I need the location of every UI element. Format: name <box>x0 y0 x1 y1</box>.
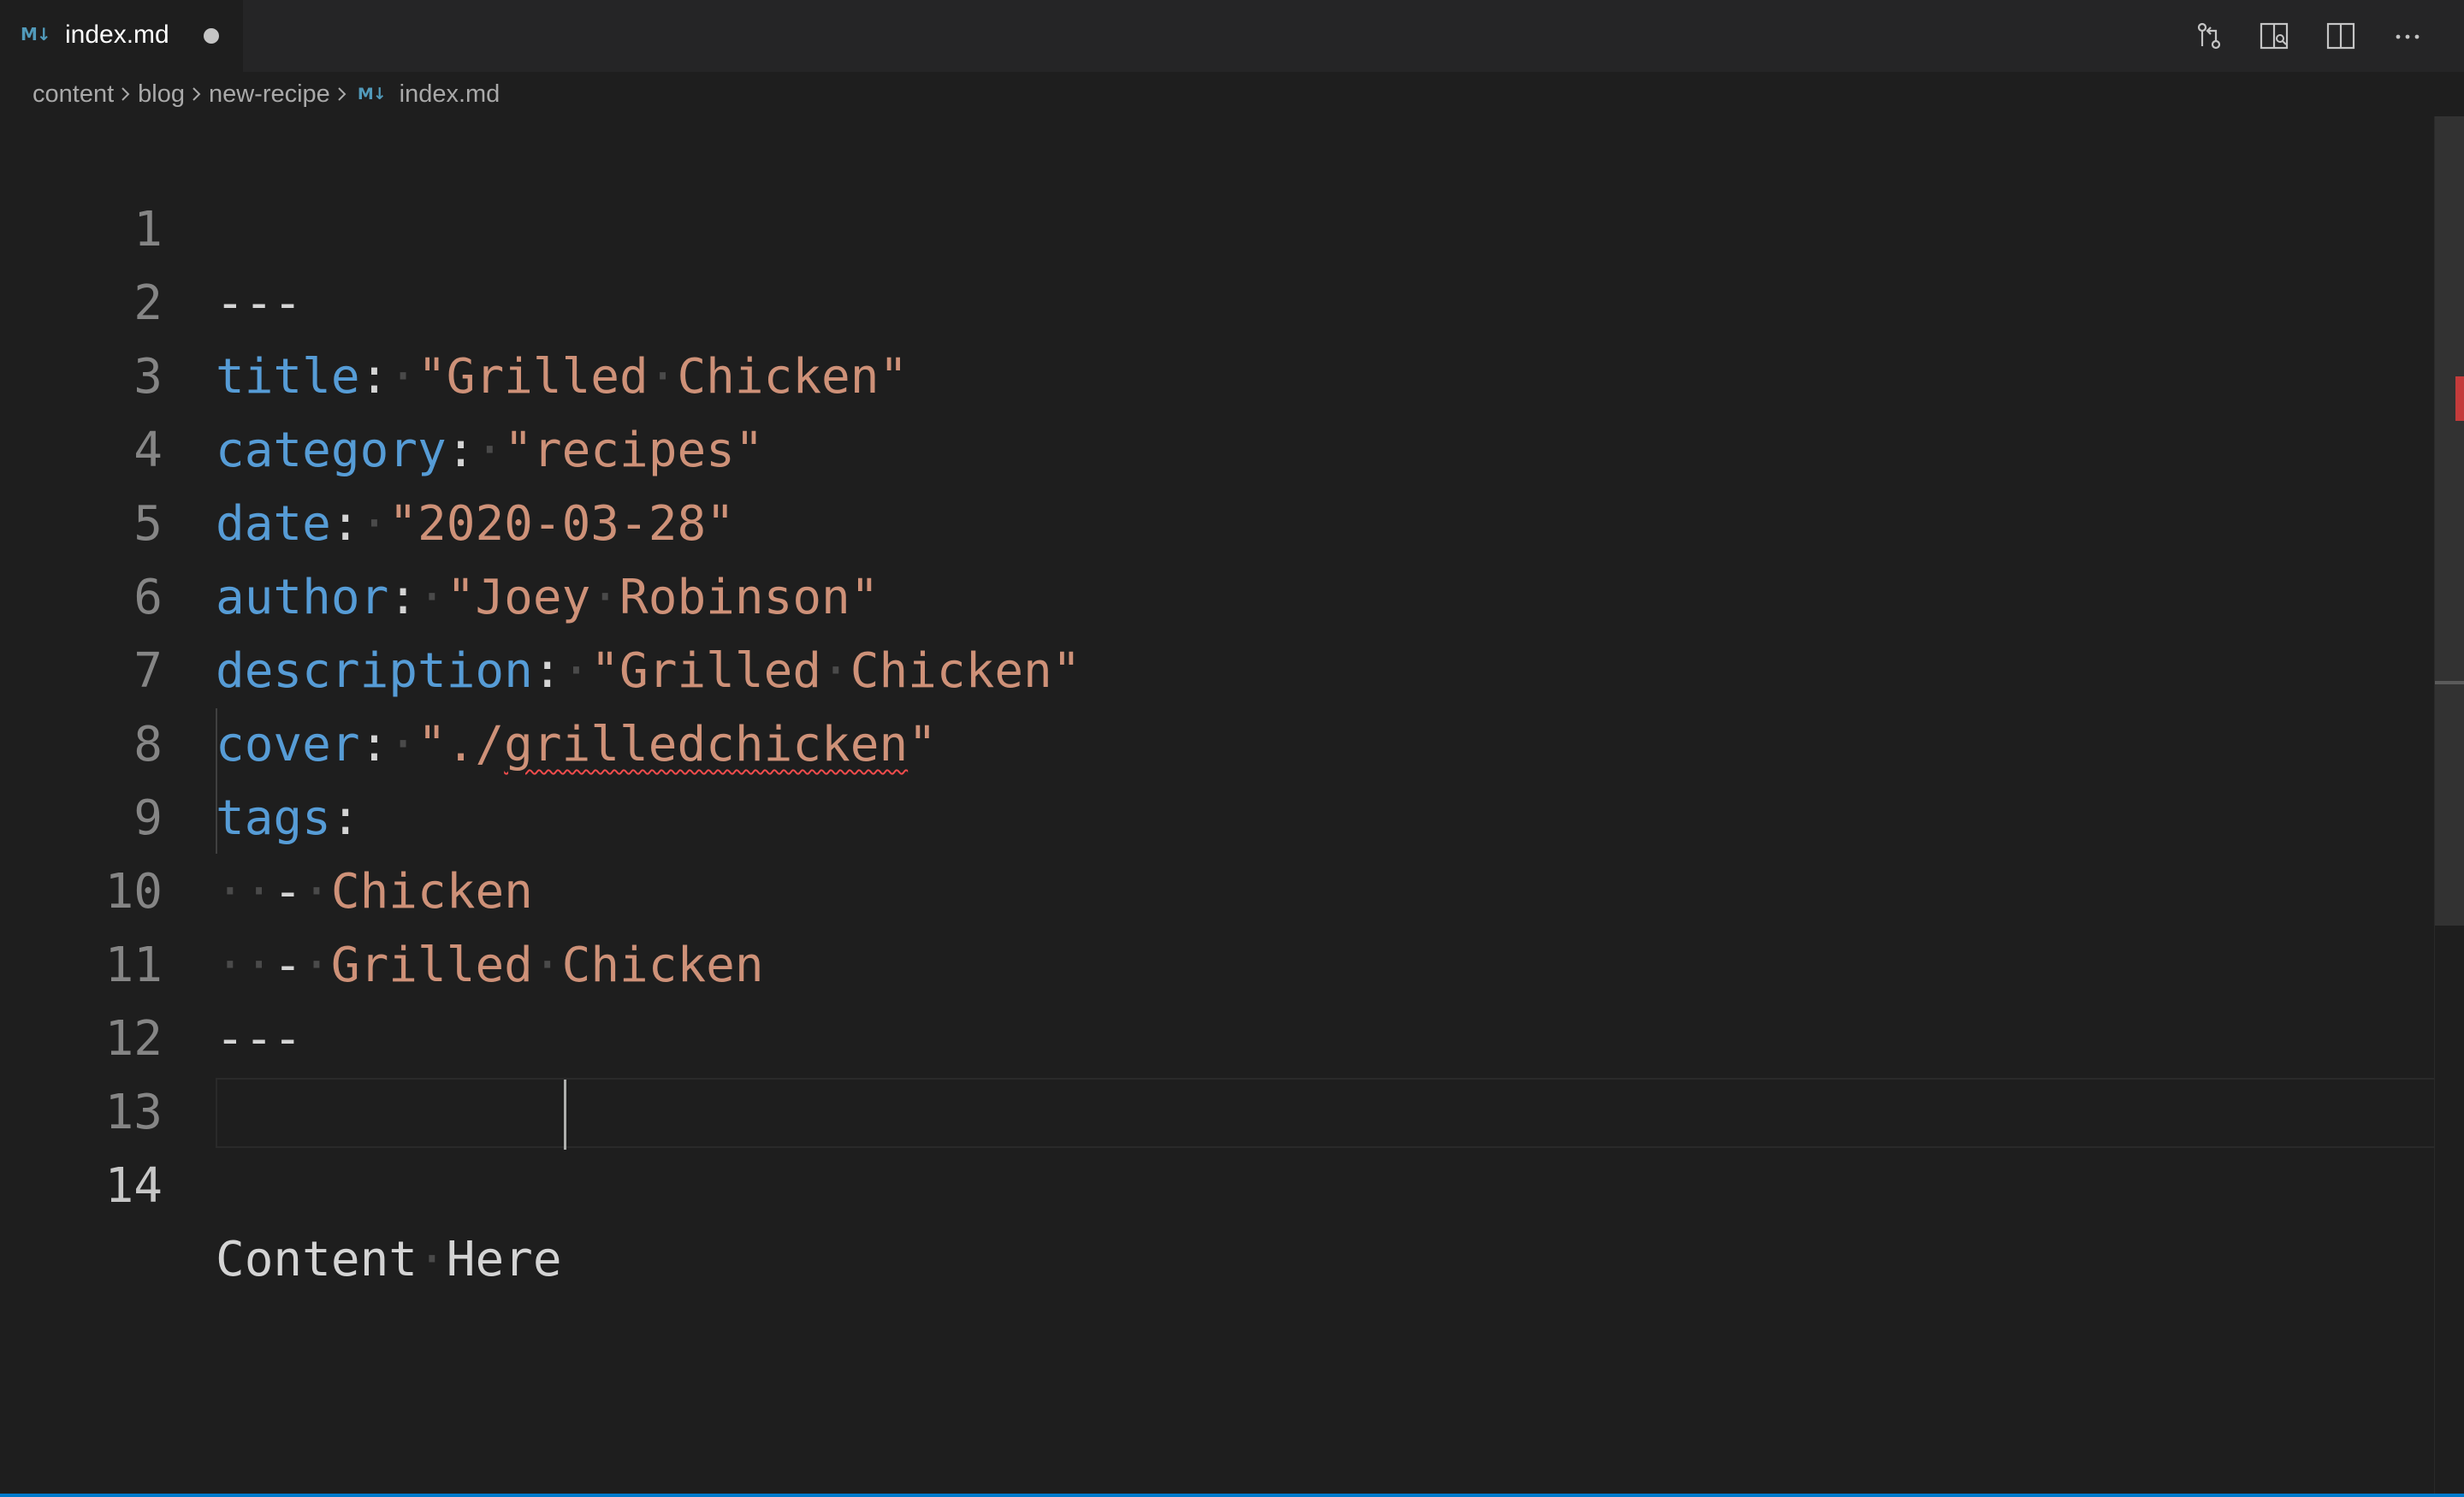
split-editor-icon[interactable] <box>2324 19 2358 53</box>
more-actions-icon[interactable] <box>2390 19 2425 53</box>
line-content: Content·Here <box>216 1223 562 1297</box>
markdown-icon: M↓ <box>21 24 51 44</box>
editor-line-2[interactable]: 2 title:·"Grilled·Chicken" <box>0 193 2464 405</box>
text-cursor <box>563 1080 566 1150</box>
breadcrumb-item-blog[interactable]: blog <box>138 80 185 109</box>
code-editor[interactable]: 1 --- 2 title:·"Grilled·Chicken" 3 categ… <box>0 120 2464 1495</box>
breadcrumb-item-content[interactable]: content <box>33 80 114 109</box>
open-preview-to-side-icon[interactable] <box>2257 19 2291 53</box>
editor-line-4[interactable]: 4 date:·"2020-03-28" <box>0 340 2464 552</box>
chevron-right-icon <box>330 81 354 107</box>
editor-line-3[interactable]: 3 category:·"recipes" <box>0 267 2464 478</box>
unsaved-dot-icon[interactable] <box>204 28 219 44</box>
editor-line-10[interactable]: 10 ··-·Grilled·Chicken <box>0 782 2464 993</box>
line-number: 14 <box>104 1158 163 1214</box>
editor-line-6[interactable]: 6 description:·"Grilled·Chicken" <box>0 488 2464 699</box>
editor-actions <box>2190 19 2447 53</box>
overview-error-marker <box>2455 376 2464 421</box>
tab-title: index.md <box>65 21 169 49</box>
whitespace-marker: · <box>418 1232 447 1287</box>
breadcrumb-item-new-recipe[interactable]: new-recipe <box>209 80 330 109</box>
editor-line-14[interactable]: 14 Content·Here <box>0 1076 2464 1287</box>
markdown-text: Content·Here <box>216 1232 562 1287</box>
breadcrumb-item-index-md[interactable]: index.md <box>400 80 500 109</box>
editor-line-12[interactable]: 12 <box>0 929 2464 1067</box>
overview-cursor-marker <box>2435 681 2464 684</box>
scrollbar-thumb[interactable] <box>2435 116 2464 926</box>
editor-line-7[interactable]: 7 cover:·"./grilledchicken" <box>0 561 2464 772</box>
breadcrumb: content blog new-recipe M↓ index.md <box>33 77 500 111</box>
open-changes-icon[interactable] <box>2192 19 2226 53</box>
editor-line-8[interactable]: 8 tags: <box>0 635 2464 846</box>
editor-line-1[interactable]: 1 --- <box>0 120 2464 331</box>
editor-line-13[interactable]: 13 <box>0 1003 2464 1140</box>
chevron-right-icon <box>114 81 138 107</box>
markdown-icon: M↓ <box>357 85 387 104</box>
editor-line-5[interactable]: 5 author:·"Joey·Robinson" <box>0 414 2464 625</box>
editor-line-11[interactable]: 11 --- <box>0 855 2464 1067</box>
editor-tab-bar: M↓ index.md <box>0 0 2464 72</box>
editor-tab-index-md[interactable]: M↓ index.md <box>0 0 243 72</box>
status-bar-edge <box>0 1494 2464 1497</box>
chevron-right-icon <box>185 81 209 107</box>
editor-line-9[interactable]: 9 ··-·Chicken <box>0 708 2464 920</box>
